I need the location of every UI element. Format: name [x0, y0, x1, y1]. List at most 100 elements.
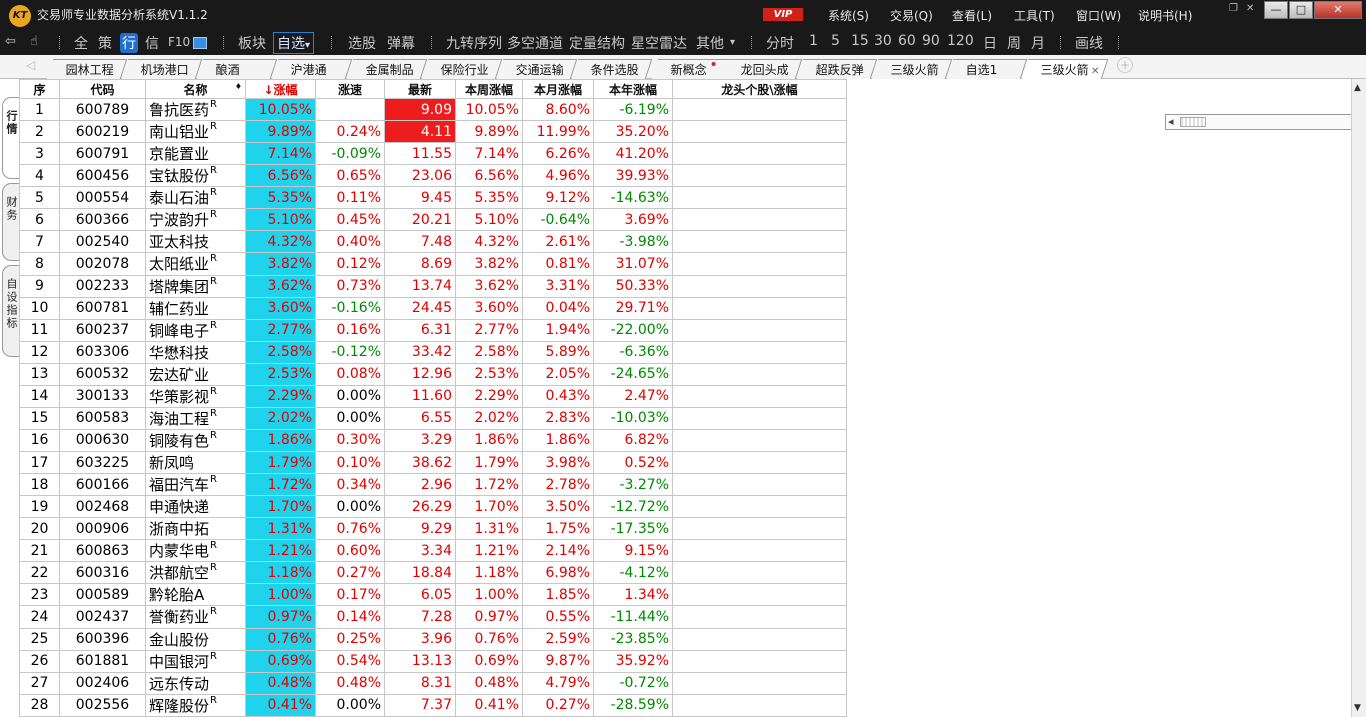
table-row[interactable]: 19 002468 申通快递 1.70% 0.00% 26.29 1.70% 3.50% -12…	[19, 495, 847, 519]
tool-xin[interactable]: 信	[145, 33, 159, 53]
scroll-left-icon[interactable]: ◂	[1168, 115, 1174, 128]
period-5[interactable]: 5	[831, 33, 840, 49]
tab-baoxian[interactable]: 保险行业	[421, 59, 503, 79]
tab-tiaojian[interactable]: 条件选股	[571, 59, 653, 79]
table-row[interactable]: 7 002540 亚太科技 4.32% 0.40% 7.48 4.32% 2.61% -3.98…	[19, 230, 847, 254]
tab-longhuitou[interactable]: 龙回头成	[721, 59, 803, 79]
restore-small-icon[interactable]: ❐	[1229, 3, 1238, 14]
menu-view[interactable]: 查看(L)	[952, 7, 992, 24]
menu-tools[interactable]: 工具(T)	[1014, 7, 1055, 24]
menu-help[interactable]: 说明书(H)	[1138, 7, 1192, 24]
table-row[interactable]: 10 600781 辅仁药业 3.60% -0.16% 24.45 3.60% 0.04% 29…	[19, 296, 847, 320]
hand-icon[interactable]: ☝	[30, 34, 38, 49]
tab-sanji-2[interactable]: 三级火箭 ✕	[1021, 59, 1109, 82]
table-row[interactable]: 22 600316 洪都航空R 1.18% 0.27% 18.84 1.18% 6.98% -4…	[19, 561, 847, 585]
col-header-leader[interactable]: 龙头个股\涨幅	[672, 79, 847, 99]
table-row[interactable]: 27 002406 远东传动 0.48% 0.48% 8.31 0.48% 4.79% -0.7…	[19, 671, 847, 695]
tab-jiaotong[interactable]: 交通运输	[496, 59, 578, 79]
windows-icon[interactable]	[193, 37, 207, 49]
table-row[interactable]: 28 002556 辉隆股份R 0.41% 0.00% 7.37 0.41% 0.27% -28…	[19, 693, 847, 717]
tab-niangjiu[interactable]: 酿酒	[196, 59, 278, 79]
table-row[interactable]: 23 000589 黔轮胎A 1.00% 0.17% 6.05 1.00% 1.85% 1.34…	[19, 583, 847, 607]
table-row[interactable]: 3 600791 京能置业 7.14% -0.09% 11.55 7.14% 6.26% 41.…	[19, 142, 847, 166]
back-icon[interactable]: ⇦	[5, 34, 16, 49]
tool-xingkong[interactable]: 星空雷达	[631, 33, 687, 53]
col-header-month[interactable]: 本月涨幅	[522, 79, 594, 99]
period-1[interactable]: 1	[809, 33, 818, 49]
close-button[interactable]: ✕	[1314, 1, 1362, 19]
tab-yuanlin[interactable]: 园林工程	[46, 59, 128, 79]
tab-zixuan1[interactable]: 自选1	[946, 59, 1028, 79]
col-header-year[interactable]: 本年涨幅	[593, 79, 673, 99]
menu-trade[interactable]: 交易(Q)	[890, 7, 933, 24]
chevron-down-icon[interactable]: ▾	[730, 37, 735, 48]
side-tab-hangqing[interactable]: 行情	[2, 97, 19, 179]
tool-other[interactable]: 其他	[696, 33, 724, 53]
tool-bankuai[interactable]: 板块	[238, 33, 266, 53]
side-tab-zishe[interactable]: 自设指标	[2, 265, 19, 357]
period-day[interactable]: 日	[983, 33, 997, 53]
tab-hugangtong[interactable]: 沪港通	[271, 59, 353, 79]
table-row[interactable]: 25 600396 金山股份 0.76% 0.25% 3.96 0.76% 2.59% -23.…	[19, 627, 847, 651]
tool-hang[interactable]: 行	[120, 33, 138, 53]
tab-close-icon[interactable]: ✕	[1091, 62, 1099, 82]
close-small-icon[interactable]: ✕	[1246, 3, 1254, 14]
table-row[interactable]: 9 002233 塔牌集团R 3.62% 0.73% 13.74 3.62% 3.31% 50.…	[19, 274, 847, 298]
tool-zixuan-dropdown[interactable]: 自选▾	[273, 32, 315, 54]
tab-jichang[interactable]: 机场港口	[121, 59, 203, 79]
tool-danmu[interactable]: 弹幕	[387, 33, 415, 53]
table-row[interactable]: 1 600789 鲁抗医药R 10.05% 9.09 10.05% 8.60% -6.19%	[19, 97, 847, 122]
period-15[interactable]: 15	[851, 33, 869, 49]
tab-nav-left-icon[interactable]: ◁	[26, 58, 35, 72]
table-row[interactable]: 5 000554 泰山石油R 5.35% 0.11% 9.45 5.35% 9.12% -14.…	[19, 186, 847, 210]
table-row[interactable]: 24 002437 誉衡药业R 0.97% 0.14% 7.28 0.97% 0.55% -11…	[19, 605, 847, 629]
col-header-latest[interactable]: 最新	[384, 79, 456, 99]
table-row[interactable]: 16 000630 铜陵有色R 1.86% 0.30% 3.29 1.86% 1.86% 6.8…	[19, 428, 847, 453]
tool-huaxian[interactable]: 画线	[1075, 33, 1103, 53]
tool-fenshi[interactable]: 分时	[766, 33, 794, 53]
period-90[interactable]: 90	[922, 33, 940, 49]
table-row[interactable]: 8 002078 太阳纸业R 3.82% 0.12% 8.69 3.82% 0.81% 31.0…	[19, 252, 847, 276]
period-30[interactable]: 30	[874, 33, 892, 49]
tool-f10[interactable]: F10	[168, 35, 190, 49]
col-header-pct[interactable]: ↓涨幅	[245, 79, 316, 99]
tab-xingainian[interactable]: 新概念	[651, 59, 733, 79]
period-week[interactable]: 周	[1007, 33, 1021, 53]
table-row[interactable]: 15 600583 海油工程R 2.02% 0.00% 6.55 2.02% 2.83% -10…	[19, 406, 847, 430]
tool-jiuzhuan[interactable]: 九转序列	[446, 33, 502, 53]
scroll-up-icon[interactable]: ▲	[1354, 83, 1361, 93]
tab-scrollbar[interactable]: ◂ ▸	[1165, 114, 1363, 130]
period-month[interactable]: 月	[1031, 33, 1045, 53]
table-row[interactable]: 2 600219 南山铝业R 9.89% 0.24% 4.11 9.89% 11.99% 35.…	[19, 120, 847, 144]
side-tab-caiwu[interactable]: 财务	[2, 183, 19, 261]
tool-dingliang[interactable]: 定量结构	[569, 33, 625, 53]
tool-quan[interactable]: 全	[74, 33, 88, 53]
table-row[interactable]: 26 601881 中国银河R 0.69% 0.54% 13.13 0.69% 9.87% 35…	[19, 649, 847, 673]
col-header-code[interactable]: 代码	[59, 79, 146, 99]
menu-window[interactable]: 窗口(W)	[1076, 7, 1121, 24]
vip-badge[interactable]: VIP	[763, 8, 803, 21]
menu-system[interactable]: 系统(S)	[828, 7, 869, 24]
tool-duokong[interactable]: 多空通道	[507, 33, 563, 53]
table-row[interactable]: 21 600863 内蒙华电R 1.21% 0.60% 3.34 1.21% 2.14% 9.1…	[19, 539, 847, 563]
tab-jinshu[interactable]: 金属制品	[346, 59, 428, 79]
table-row[interactable]: 14 300133 华策影视R 2.29% 0.00% 11.60 2.29% 0.43% 2.…	[19, 384, 847, 408]
period-60[interactable]: 60	[898, 33, 916, 49]
table-row[interactable]: 20 000906 浙商中拓 1.31% 0.76% 9.29 1.31% 1.75% -17.…	[19, 517, 847, 541]
scroll-thumb[interactable]	[1180, 117, 1206, 127]
tool-xuangu[interactable]: 选股	[348, 33, 376, 53]
col-header-name[interactable]: 名称 ♦	[145, 79, 246, 99]
table-row[interactable]: 17 603225 新凤鸣 1.79% 0.10% 38.62 1.79% 3.98% 0.52…	[19, 450, 847, 475]
col-header-week[interactable]: 本周涨幅	[455, 79, 523, 99]
col-header-speed[interactable]: 涨速	[315, 79, 385, 99]
table-row[interactable]: 11 600237 铜峰电子R 2.77% 0.16% 6.31 2.77% 1.94% -22…	[19, 318, 847, 342]
scroll-down-icon[interactable]: ▼	[1354, 703, 1361, 713]
table-row[interactable]: 18 600166 福田汽车R 1.72% 0.34% 2.96 1.72% 2.78% -3.…	[19, 473, 847, 497]
table-row[interactable]: 6 600366 宁波韵升R 5.10% 0.45% 20.21 5.10% -0.64% 3.…	[19, 208, 847, 232]
period-120[interactable]: 120	[947, 33, 974, 49]
add-tab-icon[interactable]: +	[1117, 57, 1133, 73]
tab-sanji-1[interactable]: 三级火箭	[871, 59, 953, 79]
maximize-button[interactable]: □	[1289, 1, 1313, 19]
tab-chaodie[interactable]: 超跌反弹	[796, 59, 878, 79]
col-header-seq[interactable]: 序	[19, 79, 60, 99]
